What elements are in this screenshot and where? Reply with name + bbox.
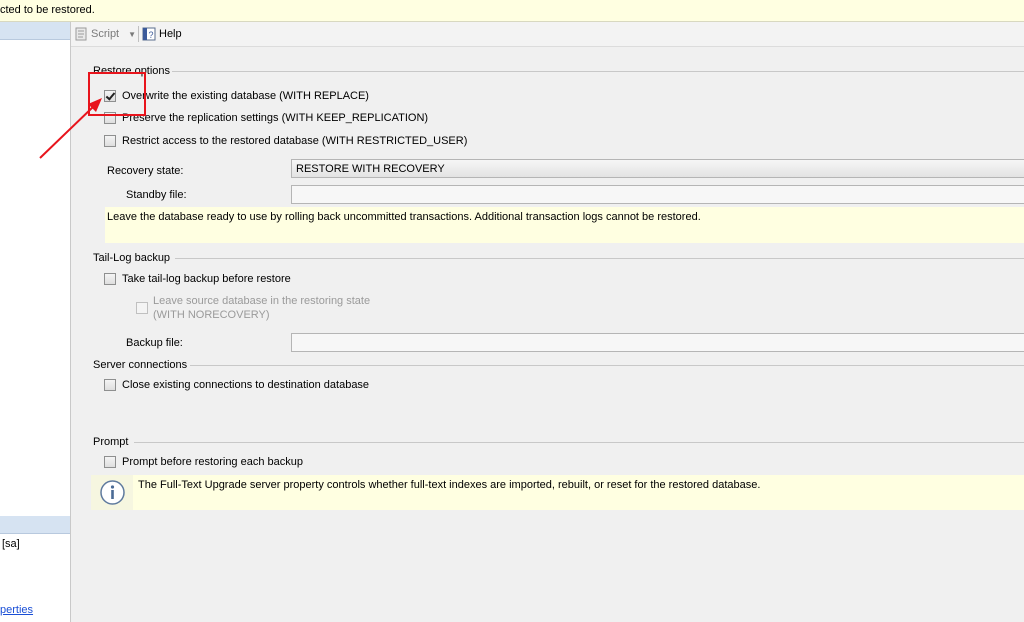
tail-log-divider: [175, 258, 1024, 259]
left-pane-header: [0, 22, 70, 40]
recovery-state-select[interactable]: RESTORE WITH RECOVERY: [291, 159, 1024, 178]
server-connections-title: Server connections: [93, 359, 188, 371]
tail-log-title: Tail-Log backup: [93, 252, 171, 264]
recovery-description-text: Leave the database ready to use by rolli…: [107, 211, 701, 223]
prompt-divider: [134, 442, 1024, 443]
standby-file-label: Standby file:: [126, 189, 187, 201]
preserve-replication-checkbox-row[interactable]: Preserve the replication settings (WITH …: [104, 112, 428, 124]
take-tail-log-label: Take tail-log backup before restore: [122, 273, 291, 285]
prompt-before-restore-checkbox[interactable]: [104, 456, 116, 468]
help-icon: ?: [142, 27, 156, 41]
take-tail-log-checkbox-row[interactable]: Take tail-log backup before restore: [104, 273, 291, 285]
svg-text:?: ?: [148, 30, 153, 40]
fulltext-info-box: The Full-Text Upgrade server property co…: [91, 475, 1024, 510]
annotation-arrow-icon: [39, 98, 102, 159]
leave-source-label-2: (WITH NORECOVERY): [153, 309, 270, 321]
script-button[interactable]: Script ▼: [74, 27, 136, 41]
login-text: [sa]: [2, 538, 20, 550]
help-button[interactable]: ? Help: [142, 27, 182, 41]
view-connection-properties-link[interactable]: perties: [0, 604, 33, 616]
restore-options-divider: [172, 71, 1024, 72]
server-connections-divider: [190, 365, 1024, 366]
leave-source-checkbox-box[interactable]: [136, 302, 148, 314]
backup-file-input[interactable]: [291, 333, 1024, 352]
overwrite-label: Overwrite the existing database (WITH RE…: [122, 90, 369, 102]
leave-source-checkbox[interactable]: [136, 302, 154, 314]
backup-file-label: Backup file:: [126, 337, 183, 349]
fulltext-info-text: The Full-Text Upgrade server property co…: [138, 479, 761, 491]
recovery-state-label: Recovery state:: [107, 165, 184, 177]
prompt-title: Prompt: [93, 436, 129, 448]
preserve-replication-label: Preserve the replication settings (WITH …: [122, 112, 429, 124]
message-bar: cted to be restored.: [0, 0, 1024, 22]
prompt-before-restore-label: Prompt before restoring each backup: [122, 456, 303, 468]
prompt-before-restore-checkbox-row[interactable]: Prompt before restoring each backup: [104, 456, 303, 468]
close-connections-checkbox[interactable]: [104, 379, 116, 391]
leave-source-label-1: Leave source database in the restoring s…: [153, 295, 371, 307]
standby-file-input[interactable]: [291, 185, 1024, 204]
toolbar: Script ▼ ? Help: [71, 22, 1024, 47]
recovery-description-box: Leave the database ready to use by rolli…: [105, 207, 1024, 243]
help-label: Help: [159, 28, 182, 40]
left-pane-connection-header: [0, 516, 70, 534]
toolbar-separator: [138, 26, 139, 42]
script-icon: [75, 27, 87, 41]
info-icon: [100, 480, 125, 505]
restrict-access-checkbox-row[interactable]: Restrict access to the restored database…: [104, 135, 467, 147]
restrict-access-label: Restrict access to the restored database…: [122, 135, 468, 147]
take-tail-log-checkbox[interactable]: [104, 273, 116, 285]
script-label: Script: [91, 28, 120, 40]
chevron-down-icon: ▼: [128, 29, 137, 39]
close-connections-checkbox-row[interactable]: Close existing connections to destinatio…: [104, 379, 369, 391]
close-connections-label: Close existing connections to destinatio…: [122, 379, 370, 391]
message-text: cted to be restored.: [0, 4, 95, 16]
